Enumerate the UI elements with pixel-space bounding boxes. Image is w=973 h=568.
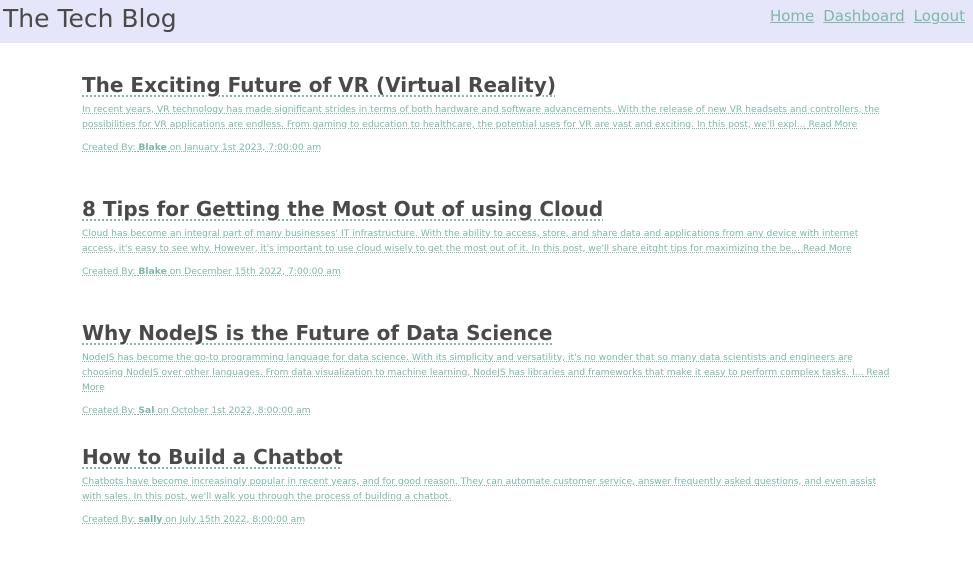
post-meta: Created By: Blake on December 15th 2022,… — [82, 265, 894, 278]
post-excerpt: NodeJS has become the go-to programming … — [82, 350, 894, 395]
post-excerpt: Cloud has become an integral part of man… — [82, 226, 894, 256]
site-title: The Tech Blog — [3, 4, 177, 33]
main-nav: Home Dashboard Logout — [770, 6, 965, 26]
post-excerpt-text: Cloud has become an integral part of man… — [82, 228, 859, 254]
post-author: Blake — [138, 142, 167, 153]
post-excerpt-text: Chatbots have become increasingly popula… — [82, 476, 877, 502]
nav-logout-link[interactable]: Logout — [914, 6, 965, 26]
post-date: on October 1st 2022, 8:00:00 am — [157, 405, 311, 416]
post-meta: Created By: Sal on October 1st 2022, 8:0… — [82, 404, 894, 417]
post-card: How to Build a Chatbot Chatbots have bec… — [82, 444, 894, 568]
post-meta: Created By: Blake on January 1st 2023, 7… — [82, 141, 894, 154]
post-author: Blake — [138, 266, 167, 277]
post-card: Why NodeJS is the Future of Data Science… — [82, 320, 894, 444]
post-title-link[interactable]: Why NodeJS is the Future of Data Science — [82, 320, 552, 346]
post-list: The Exciting Future of VR (Virtual Reali… — [82, 72, 894, 568]
read-more-link[interactable]: Read More — [808, 119, 857, 130]
post-title-link[interactable]: 8 Tips for Getting the Most Out of using… — [82, 196, 603, 222]
post-excerpt: In recent years, VR technology has made … — [82, 102, 894, 132]
post-author: sally — [138, 514, 163, 525]
post-meta: Created By: sally on July 15th 2022, 8:0… — [82, 513, 894, 526]
created-by-label: Created By: — [82, 405, 136, 416]
nav-home-link[interactable]: Home — [770, 6, 814, 26]
created-by-label: Created By: — [82, 266, 136, 277]
post-excerpt: Chatbots have become increasingly popula… — [82, 474, 894, 504]
site-header: The Tech Blog Home Dashboard Logout — [0, 0, 973, 43]
post-date: on January 1st 2023, 7:00:00 am — [169, 142, 322, 153]
post-excerpt-text: In recent years, VR technology has made … — [82, 104, 880, 130]
post-author: Sal — [138, 405, 155, 416]
post-date: on July 15th 2022, 8:00:00 am — [165, 514, 306, 525]
post-card: 8 Tips for Getting the Most Out of using… — [82, 196, 894, 320]
created-by-label: Created By: — [82, 514, 136, 525]
post-card: The Exciting Future of VR (Virtual Reali… — [82, 72, 894, 196]
created-by-label: Created By: — [82, 142, 136, 153]
post-title-link[interactable]: The Exciting Future of VR (Virtual Reali… — [82, 72, 556, 98]
post-excerpt-text: NodeJS has become the go-to programming … — [82, 352, 864, 378]
post-date: on December 15th 2022, 7:00:00 am — [169, 266, 341, 277]
read-more-link[interactable]: Read More — [803, 243, 852, 254]
nav-dashboard-link[interactable]: Dashboard — [823, 6, 904, 26]
post-title-link[interactable]: How to Build a Chatbot — [82, 444, 343, 470]
